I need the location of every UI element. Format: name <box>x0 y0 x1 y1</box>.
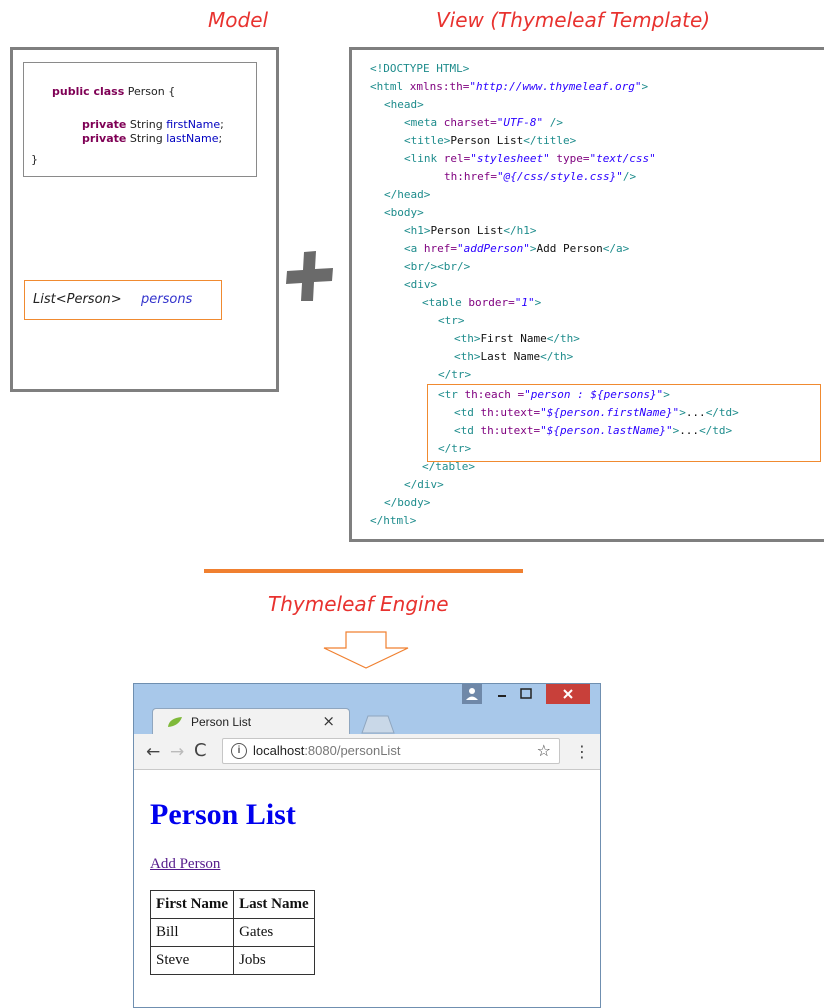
class-closing-brace: } <box>31 153 38 166</box>
divider-line <box>204 569 523 573</box>
code-line-16: <th>First Name</th> <box>454 332 580 345</box>
info-icon[interactable]: i <box>231 743 247 759</box>
new-tab-icon[interactable] <box>360 714 396 734</box>
tab-close-icon[interactable]: × <box>322 712 335 730</box>
url-text[interactable]: localhost:8080/personList <box>253 743 400 758</box>
person-class-code: public class Person { private String fir… <box>23 62 257 177</box>
header-first-name: First Name <box>149 890 235 919</box>
code-line-13: <div> <box>404 278 438 291</box>
close-icon[interactable] <box>546 684 590 704</box>
code-line-2: <html xmlns:th="http://www.thymeleaf.org… <box>370 80 649 93</box>
persons-model-box: List<Person> persons <box>24 280 222 320</box>
code-line-11: <a href="addPerson">Add Person</a> <box>404 242 630 255</box>
add-person-link[interactable]: Add Person <box>150 856 220 873</box>
cell-last-name: Gates <box>233 918 315 947</box>
forward-arrow-icon[interactable]: → <box>170 742 184 762</box>
view-template-panel: <!DOCTYPE HTML> <html xmlns:th="http://w… <box>349 47 824 542</box>
minimize-icon[interactable] <box>492 684 512 704</box>
table-header-row: First Name Last Name <box>149 890 315 919</box>
engine-label: Thymeleaf Engine <box>268 592 449 616</box>
cell-first-name: Bill <box>149 918 235 947</box>
persons-type: List<Person> <box>33 292 122 307</box>
header-last-name: Last Name <box>233 890 315 919</box>
persons-variable: persons <box>141 292 193 307</box>
code-line-10: <h1>Person List</h1> <box>404 224 537 237</box>
code-line-3: <head> <box>384 98 424 111</box>
code-line-26: </html> <box>370 514 417 527</box>
field-last-name-line: private String lastName; <box>81 132 223 145</box>
code-line-25: </body> <box>384 496 431 509</box>
code-line-18: </tr> <box>438 368 472 381</box>
page-title: Person List <box>150 798 296 831</box>
code-line-24: </div> <box>404 478 444 491</box>
tab-person-list[interactable]: Person List × <box>152 708 350 735</box>
reload-icon[interactable]: C <box>194 740 207 761</box>
code-line-15: <tr> <box>438 314 465 327</box>
person-table: First Name Last Name Bill Gates Steve Jo… <box>149 890 315 975</box>
code-line-6: <link rel="stylesheet" type="text/css" <box>404 152 656 165</box>
code-line-5: <title>Person List</title> <box>404 134 577 147</box>
cell-last-name: Jobs <box>233 946 315 975</box>
code-line-17: <th>Last Name</th> <box>454 350 574 363</box>
cell-first-name: Steve <box>149 946 235 975</box>
code-line-14: <table border="1"> <box>422 296 542 309</box>
tab-title: Person List <box>191 715 252 729</box>
down-arrow-icon <box>323 631 409 669</box>
maximize-icon[interactable] <box>516 684 536 704</box>
view-heading: View (Thymeleaf Template) <box>436 8 711 32</box>
model-panel: public class Person { private String fir… <box>10 47 279 392</box>
plus-icon <box>286 251 333 301</box>
code-line-8: </head> <box>384 188 431 201</box>
bookmark-star-icon[interactable]: ☆ <box>537 741 551 760</box>
browser-window: Person List × ← → C i localhost:8080/per… <box>133 683 601 1008</box>
th-each-highlight <box>427 384 821 462</box>
table-row: Steve Jobs <box>149 946 315 975</box>
browser-toolbar: ← → C i localhost:8080/personList ☆ ⋮ <box>134 734 600 770</box>
page-content: Person List Add Person First Name Last N… <box>134 770 600 1007</box>
back-arrow-icon[interactable]: ← <box>146 742 160 762</box>
spring-leaf-icon <box>168 717 182 727</box>
code-line-1: <!DOCTYPE HTML> <box>370 62 470 75</box>
model-heading: Model <box>208 8 269 32</box>
code-line-7: th:href="@{/css/style.css}"/> <box>444 170 637 183</box>
address-bar[interactable]: i localhost:8080/personList ☆ <box>222 738 560 764</box>
code-line-9: <body> <box>384 206 424 219</box>
code-line-12: <br/><br/> <box>404 260 471 273</box>
user-icon[interactable] <box>462 684 482 704</box>
menu-dots-icon[interactable]: ⋮ <box>574 742 590 761</box>
table-row: Bill Gates <box>149 918 315 947</box>
template-code: <!DOCTYPE HTML> <html xmlns:th="http://w… <box>352 50 824 539</box>
code-line-4: <meta charset="UTF-8" /> <box>404 116 563 129</box>
